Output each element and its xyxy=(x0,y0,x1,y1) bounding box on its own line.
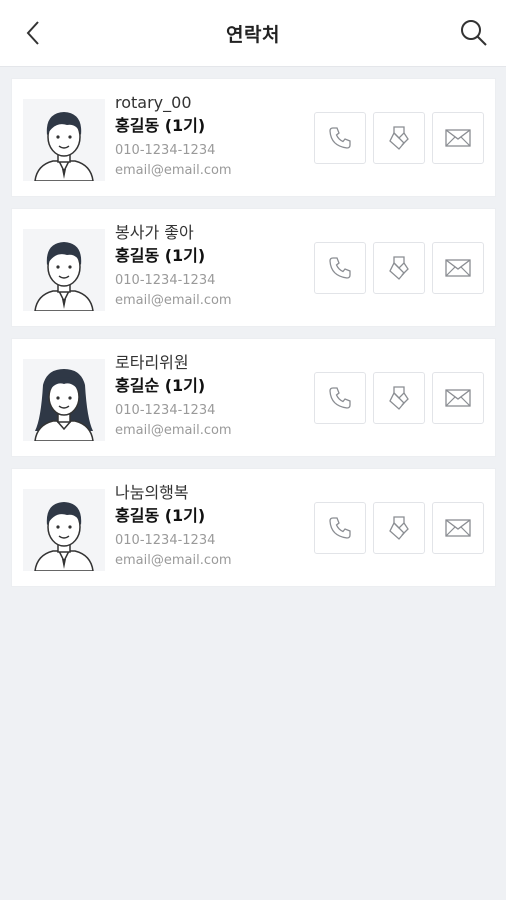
mail-icon xyxy=(445,259,471,277)
mail-button[interactable] xyxy=(432,502,484,554)
search-button[interactable] xyxy=(458,17,490,49)
contact-list: rotary_00 홍길동 (1기) 010-1234-1234 email@e… xyxy=(11,78,496,598)
avatar xyxy=(23,99,105,181)
contact-name: 홍길순 (1기) xyxy=(115,376,206,395)
contact-phone: 010-1234-1234 xyxy=(115,533,216,548)
contact-group: 나눔의행복 xyxy=(115,483,189,502)
avatar xyxy=(23,359,105,441)
male-avatar-icon xyxy=(34,502,94,571)
female-avatar-icon xyxy=(34,369,94,441)
phone-icon xyxy=(329,517,351,539)
mail-icon xyxy=(445,389,471,407)
contact-name: 홍길동 (1기) xyxy=(115,116,206,135)
male-avatar-icon xyxy=(34,242,94,311)
page-title: 연락처 xyxy=(226,24,280,46)
call-button[interactable] xyxy=(314,502,366,554)
contact-name: 홍길동 (1기) xyxy=(115,506,206,525)
app-header: 연락처 xyxy=(0,0,506,67)
ribbon-icon xyxy=(389,516,409,540)
contact-phone: 010-1234-1234 xyxy=(115,143,216,158)
contact-info: rotary_00 홍길동 (1기) 010-1234-1234 email@e… xyxy=(115,92,315,181)
call-button[interactable] xyxy=(314,242,366,294)
search-icon xyxy=(461,20,487,46)
contact-email: email@email.com xyxy=(115,423,232,438)
phone-icon xyxy=(329,257,351,279)
contact-info: 나눔의행복 홍길동 (1기) 010-1234-1234 email@email… xyxy=(115,482,315,571)
contact-card[interactable]: rotary_00 홍길동 (1기) 010-1234-1234 email@e… xyxy=(11,78,496,197)
mail-button[interactable] xyxy=(432,372,484,424)
ribbon-button[interactable] xyxy=(373,242,425,294)
contact-phone: 010-1234-1234 xyxy=(115,273,216,288)
contact-card[interactable]: 나눔의행복 홍길동 (1기) 010-1234-1234 email@email… xyxy=(11,468,496,587)
mail-button[interactable] xyxy=(432,242,484,294)
contact-group: 로타리위원 xyxy=(115,353,189,372)
contact-phone: 010-1234-1234 xyxy=(115,403,216,418)
contact-name: 홍길동 (1기) xyxy=(115,246,206,265)
mail-button[interactable] xyxy=(432,112,484,164)
mail-icon xyxy=(445,129,471,147)
ribbon-button[interactable] xyxy=(373,112,425,164)
male-avatar-icon xyxy=(34,112,94,181)
avatar xyxy=(23,229,105,311)
contact-email: email@email.com xyxy=(115,553,232,568)
ribbon-icon xyxy=(389,386,409,410)
avatar xyxy=(23,489,105,571)
call-button[interactable] xyxy=(314,112,366,164)
phone-icon xyxy=(329,387,351,409)
contact-group: 봉사가 좋아 xyxy=(115,223,194,242)
contact-email: email@email.com xyxy=(115,163,232,178)
contact-card[interactable]: 로타리위원 홍길순 (1기) 010-1234-1234 email@email… xyxy=(11,338,496,457)
contact-info: 봉사가 좋아 홍길동 (1기) 010-1234-1234 email@emai… xyxy=(115,222,315,311)
contact-info: 로타리위원 홍길순 (1기) 010-1234-1234 email@email… xyxy=(115,352,315,441)
ribbon-icon xyxy=(389,256,409,280)
ribbon-icon xyxy=(389,126,409,150)
mail-icon xyxy=(445,519,471,537)
ribbon-button[interactable] xyxy=(373,372,425,424)
contact-email: email@email.com xyxy=(115,293,232,308)
contact-group: rotary_00 xyxy=(115,93,192,112)
phone-icon xyxy=(329,127,351,149)
call-button[interactable] xyxy=(314,372,366,424)
contact-card[interactable]: 봉사가 좋아 홍길동 (1기) 010-1234-1234 email@emai… xyxy=(11,208,496,327)
ribbon-button[interactable] xyxy=(373,502,425,554)
